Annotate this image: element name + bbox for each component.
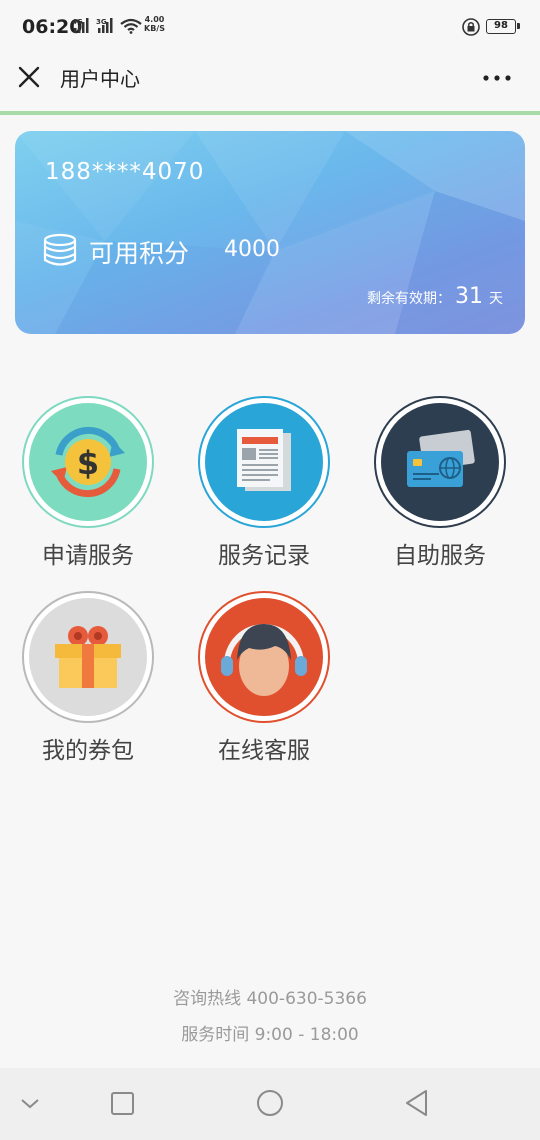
exchange-dollar-icon: $ [22,396,154,528]
svg-text:4G: 4G [72,18,83,26]
points-label: 可用积分 [89,239,190,268]
signal-4g-icon: 4G [72,18,89,33]
service-hours-label: 服务时间 [181,1025,250,1045]
service-hours-value: 9:00 - 18:00 [254,1025,359,1045]
status-bar: 06:20 4G 3G 4.00 KB/S 98 [0,0,540,54]
menu-apply-service[interactable]: $ 申请服务 [12,395,172,585]
header-divider [0,111,540,115]
network-speed: 4.00 KB/S [144,15,165,33]
menu-service-records[interactable]: 服务记录 [188,395,348,585]
home-circle-icon[interactable] [254,1086,286,1122]
page-header: 用户中心 [0,54,540,112]
chevron-down-icon[interactable] [18,1086,42,1122]
menu-online-support[interactable]: 在线客服 [188,590,348,780]
back-triangle-icon[interactable] [402,1086,432,1122]
credit-card-icon [374,396,506,528]
battery-indicator: 98 [486,19,520,34]
expiry-unit: 天 [489,291,503,307]
system-navigation-bar [0,1068,540,1140]
menu-label: 我的券包 [42,738,134,764]
signal-3g-icon: 3G [96,18,113,33]
expiry-info: 剩余有效期： 31 天 [367,284,503,309]
close-icon[interactable] [14,62,46,94]
wifi-icon [120,18,142,34]
more-options-icon[interactable] [476,66,516,90]
svg-text:$: $ [77,444,99,482]
menu-label: 服务记录 [218,543,310,569]
gift-box-icon [22,591,154,723]
svg-text:3G: 3G [96,18,107,26]
menu-label: 在线客服 [218,738,310,764]
hotline-number[interactable]: 400-630-5366 [246,989,366,1009]
recent-apps-square-icon[interactable] [110,1086,136,1122]
hotline-label: 咨询热线 [173,989,242,1009]
headset-agent-icon [198,591,330,723]
menu-self-service[interactable]: 自助服务 [364,395,524,585]
points-value: 4000 [224,237,280,262]
menu-label: 申请服务 [42,543,134,569]
expiry-label: 剩余有效期： [367,291,451,307]
hotline-info: 咨询热线 400-630-5366 [0,984,540,1009]
menu-label: 自助服务 [394,543,486,569]
menu-coupon-wallet[interactable]: 我的券包 [12,590,172,780]
expiry-days: 31 [455,284,483,309]
rotation-lock-icon [462,18,480,36]
newspaper-icon [198,396,330,528]
masked-phone-number: 188****4070 [45,159,205,185]
service-hours-info: 服务时间 9:00 - 18:00 [0,1020,540,1045]
page-title: 用户中心 [60,67,140,91]
member-card: 188****4070 可用积分 4000 剩余有效期： 31 天 [15,131,525,334]
coin-stack-icon [43,233,77,266]
